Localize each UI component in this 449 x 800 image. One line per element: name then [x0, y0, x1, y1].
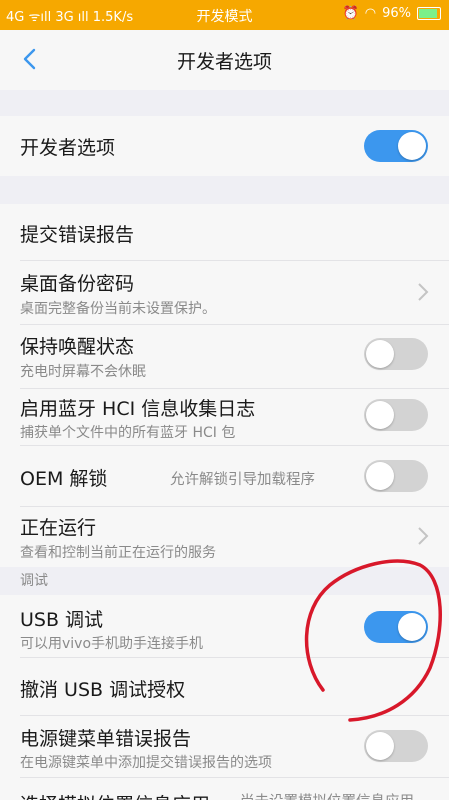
row-sublabel: 在电源键菜单中添加提交错误报告的选项	[20, 755, 272, 771]
usb-debugging-toggle[interactable]	[364, 611, 428, 643]
row-developer-options[interactable]: 开发者选项	[0, 116, 449, 176]
row-backup-password[interactable]: 桌面备份密码 桌面完整备份当前未设置保护。	[0, 261, 449, 325]
row-label: 选择模拟位置信息应用	[20, 790, 210, 800]
wifi-icon: ◠	[364, 6, 377, 21]
app-header: 开发者选项	[0, 30, 449, 90]
row-label: 桌面备份密码	[20, 273, 135, 295]
chevron-right-icon	[418, 283, 429, 301]
row-label: OEM 解锁	[20, 468, 108, 490]
stay-awake-toggle[interactable]	[364, 338, 428, 370]
row-power-menu-bug-report[interactable]: 电源键菜单错误报告 在电源键菜单中添加提交错误报告的选项	[0, 716, 449, 778]
row-bluetooth-hci-log[interactable]: 启用蓝牙 HCI 信息收集日志 捕获单个文件中的所有蓝牙 HCI 包	[0, 389, 449, 446]
alarm-icon: ⏰	[342, 6, 359, 21]
row-usb-debugging[interactable]: USB 调试 可以用vivo手机助手连接手机	[0, 595, 449, 658]
row-label: 正在运行	[20, 517, 97, 539]
row-hint: 允许解锁引导加载程序	[170, 472, 315, 488]
battery-percent: 96%	[382, 6, 411, 21]
row-label: 保持唤醒状态	[20, 336, 135, 358]
row-sublabel: 桌面完整备份当前未设置保护。	[20, 301, 216, 317]
row-sublabel: 捕获单个文件中的所有蓝牙 HCI 包	[20, 425, 236, 441]
row-running-services[interactable]: 正在运行 查看和控制当前正在运行的服务	[0, 507, 449, 567]
row-label: 提交错误报告	[20, 224, 135, 246]
row-stay-awake[interactable]: 保持唤醒状态 充电时屏幕不会休眠	[0, 325, 449, 389]
row-oem-unlock[interactable]: OEM 解锁 允许解锁引导加载程序	[0, 446, 449, 507]
section-header-debug: 调试	[20, 573, 48, 589]
row-sublabel: 充电时屏幕不会休眠	[20, 364, 146, 380]
row-bug-report[interactable]: 提交错误报告	[0, 204, 449, 261]
row-mock-location-app[interactable]: 选择模拟位置信息应用 尚未设置模拟位置信息应用	[0, 778, 449, 800]
row-sublabel: 查看和控制当前正在运行的服务	[20, 545, 216, 561]
oem-unlock-toggle[interactable]	[364, 460, 428, 492]
row-hint: 尚未设置模拟位置信息应用	[240, 790, 414, 800]
power-menu-bug-toggle[interactable]	[364, 730, 428, 762]
row-label: USB 调试	[20, 609, 104, 631]
row-label: 开发者选项	[20, 137, 116, 159]
bluetooth-hci-toggle[interactable]	[364, 399, 428, 431]
developer-options-toggle[interactable]	[364, 130, 428, 162]
status-bar: 4G ᯤıll 3G ıll 1.5K/s 开发模式 ⏰ ◠ 96%	[0, 0, 449, 30]
row-sublabel: 可以用vivo手机助手连接手机	[20, 636, 204, 652]
row-label: 电源键菜单错误报告	[20, 728, 192, 750]
battery-icon	[417, 7, 441, 20]
chevron-right-icon	[418, 527, 429, 545]
row-label: 撤消 USB 调试授权	[20, 679, 186, 701]
page-title: 开发者选项	[176, 51, 272, 73]
row-revoke-usb-auth[interactable]: 撤消 USB 调试授权	[0, 658, 449, 716]
row-label: 启用蓝牙 HCI 信息收集日志	[20, 398, 256, 420]
